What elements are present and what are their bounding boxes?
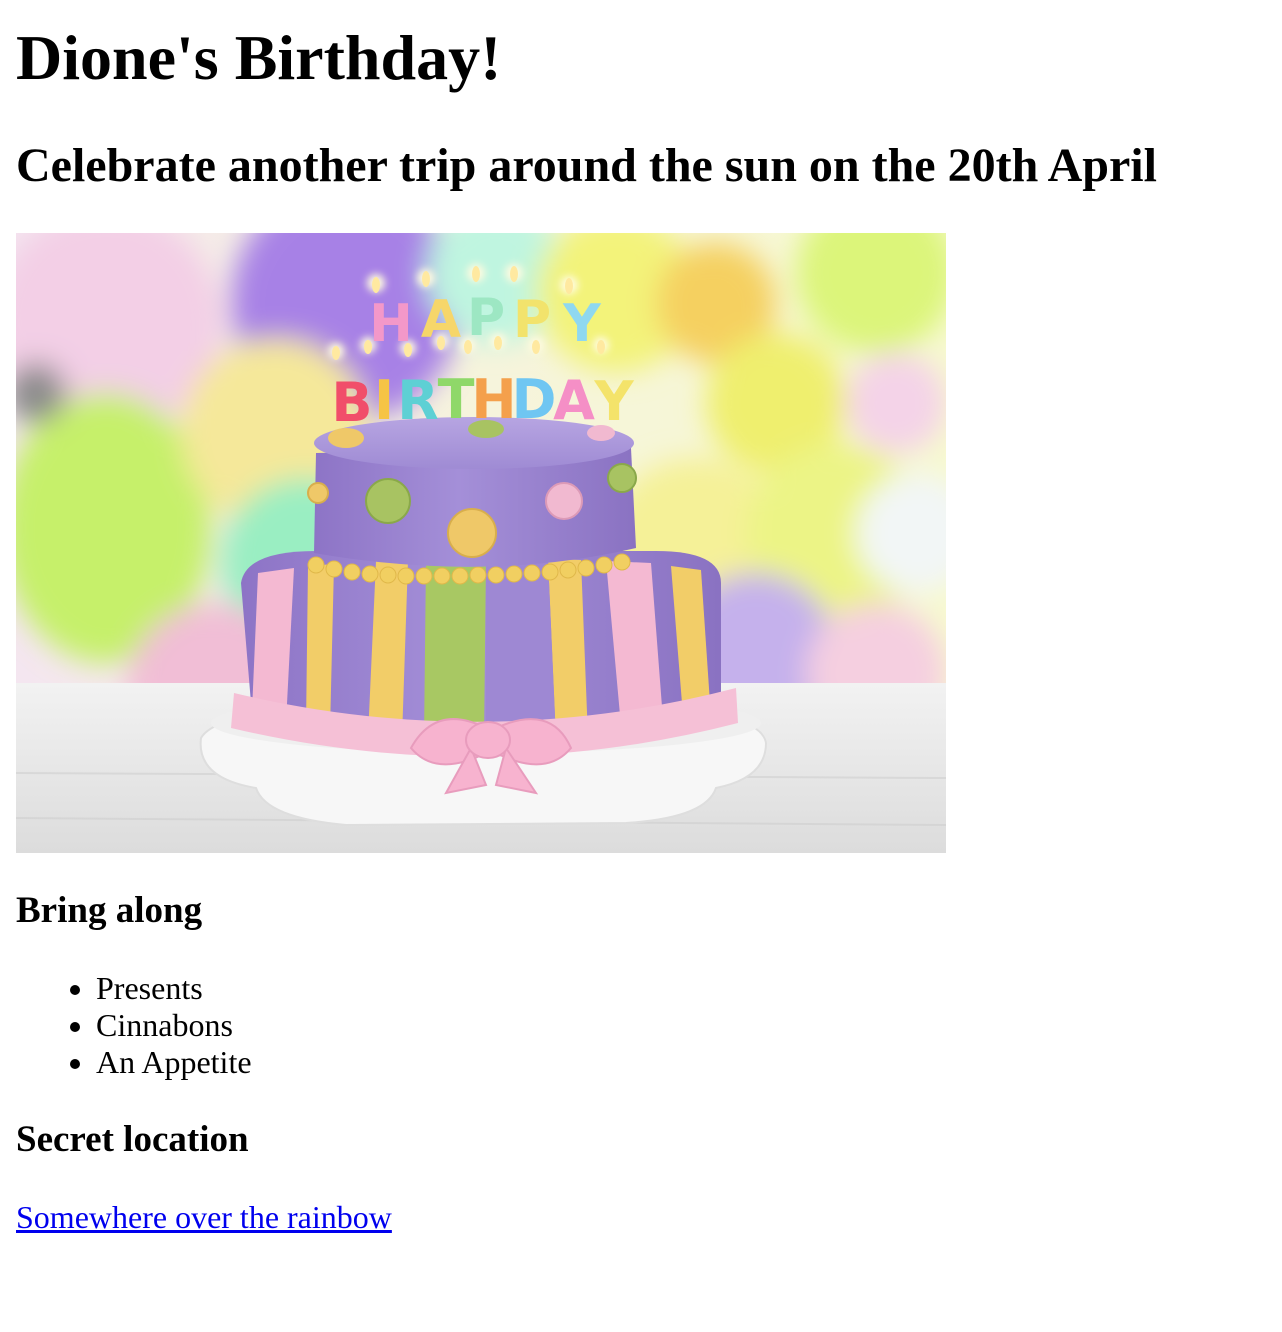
page-title: Dione's Birthday! [16,22,502,93]
candle-letter: A [553,369,595,432]
candle-letter: Y [593,370,634,433]
candle-letter: Y [562,294,602,354]
birthday-cake-image: H A P P Y B I R T H D A Y [16,233,946,853]
candle-letter: H [471,368,516,431]
candle-letter: P [513,290,551,350]
page: Dione's Birthday! Celebrate another trip… [0,0,1282,1332]
list-item: Cinnabons [96,1007,252,1044]
secret-location-heading: Secret location [16,1119,249,1160]
candle-letter: B [331,371,372,434]
list-item: Presents [96,970,252,1007]
candle-letter: P [467,288,505,348]
bring-along-list: Presents Cinnabons An Appetite [16,970,252,1081]
bring-along-heading: Bring along [16,890,203,931]
candle-letter: H [369,294,413,354]
page-subtitle: Celebrate another trip around the sun on… [16,139,1157,192]
candle-letter: R [397,369,439,432]
candle-letter: D [512,368,557,431]
candle-letter: T [438,368,475,431]
candle-letter: I [374,369,394,432]
list-item: An Appetite [96,1044,252,1081]
location-link[interactable]: Somewhere over the rainbow [16,1198,392,1236]
candle-letter: A [421,290,461,350]
